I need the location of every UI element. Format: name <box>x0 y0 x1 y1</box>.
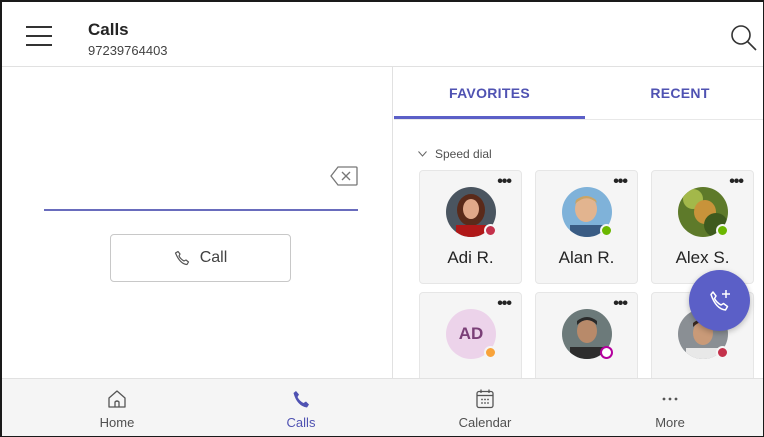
speed-dial-card-alex[interactable]: ••• Alex S. <box>651 170 754 284</box>
nav-item-more[interactable]: More <box>610 379 730 436</box>
status-busy-icon <box>484 224 497 237</box>
more-options-icon[interactable]: ••• <box>497 174 512 190</box>
more-options-icon[interactable]: ••• <box>497 296 512 312</box>
speed-dial-card-adi[interactable]: ••• Adi R. <box>419 170 522 284</box>
favorites-panel: FAVORITES RECENT Speed dial ••• Adi R. •… <box>394 67 763 378</box>
dial-pad-panel: Call <box>2 67 393 378</box>
add-call-icon <box>709 289 730 311</box>
speed-dial-card-alan[interactable]: ••• Alan R. <box>535 170 638 284</box>
tab-favorites[interactable]: FAVORITES <box>394 67 585 119</box>
more-icon <box>662 397 678 401</box>
status-away-icon <box>484 346 497 359</box>
app-header: Calls 97239764403 <box>2 2 763 67</box>
speed-dial-card-contact-5[interactable]: ••• <box>535 292 638 378</box>
calls-screen: Calls 97239764403 Call FAVORITES RECENT <box>0 0 764 437</box>
phone-icon <box>293 391 309 408</box>
nav-label: Calls <box>286 415 316 430</box>
chevron-down-icon <box>418 151 427 157</box>
speed-dial-header[interactable]: Speed dial <box>418 147 492 161</box>
search-icon[interactable] <box>730 24 758 52</box>
nav-item-home[interactable]: Home <box>57 379 177 436</box>
nav-label: Home <box>99 415 135 430</box>
page-title: Calls <box>88 20 129 39</box>
dial-number-input[interactable] <box>44 209 358 211</box>
nav-label: More <box>655 415 685 430</box>
nav-label: Calendar <box>458 415 512 430</box>
tab-divider <box>394 119 763 120</box>
contact-name: Adi R. <box>447 248 494 267</box>
more-options-icon[interactable]: ••• <box>613 174 628 190</box>
new-call-button[interactable] <box>689 270 750 331</box>
call-button[interactable]: Call <box>110 234 291 282</box>
status-available-icon <box>716 224 729 237</box>
hamburger-menu-icon[interactable] <box>26 26 52 46</box>
calendar-icon <box>476 389 494 409</box>
tab-recent[interactable]: RECENT <box>585 67 763 119</box>
status-available-icon <box>600 224 613 237</box>
home-icon <box>108 390 126 408</box>
nav-item-calls[interactable]: Calls <box>241 379 361 436</box>
nav-item-calendar[interactable]: Calendar <box>425 379 545 436</box>
own-phone-number: 97239764403 <box>88 43 168 58</box>
status-out-of-office-icon <box>600 346 613 359</box>
phone-icon <box>174 250 189 266</box>
backspace-icon[interactable] <box>330 166 358 186</box>
bottom-navigation: Home Calls Calendar More <box>2 378 763 436</box>
more-options-icon[interactable]: ••• <box>613 296 628 312</box>
speed-dial-label: Speed dial <box>435 147 492 161</box>
contact-name: Alan R. <box>558 248 615 267</box>
contact-name: Alex S. <box>675 248 730 267</box>
speed-dial-card-ad[interactable]: ••• AD <box>419 292 522 378</box>
status-busy-icon <box>716 346 729 359</box>
more-options-icon[interactable]: ••• <box>729 174 744 190</box>
call-button-label: Call <box>199 249 228 266</box>
